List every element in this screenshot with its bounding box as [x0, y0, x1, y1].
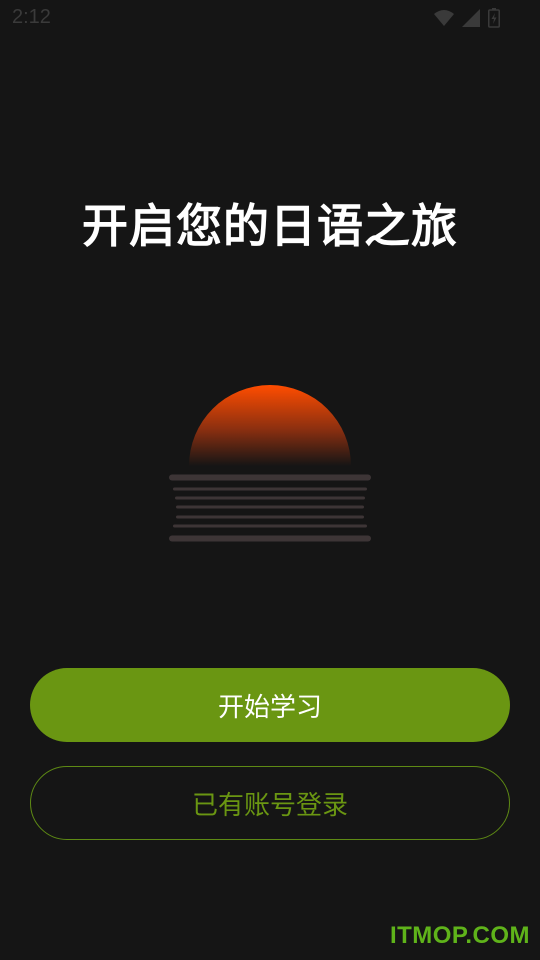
cellular-signal-icon: [462, 9, 480, 31]
login-button[interactable]: 已有账号登录: [30, 766, 510, 840]
status-icons: [434, 8, 500, 32]
start-learning-button[interactable]: 开始学习: [30, 668, 510, 742]
watermark: ITMOP.COM: [389, 922, 530, 949]
status-time: 2:12: [12, 6, 51, 28]
status-bar: 2:12: [0, 0, 540, 36]
wifi-icon: [434, 9, 454, 31]
welcome-screen: 2:12 开启您的日语之旅 开始学习 已有账号登录 ITMOP.COM: [0, 0, 540, 960]
page-title: 开启您的日语之旅: [82, 199, 458, 253]
sunset-icon: [160, 370, 380, 550]
battery-icon: [488, 8, 500, 32]
